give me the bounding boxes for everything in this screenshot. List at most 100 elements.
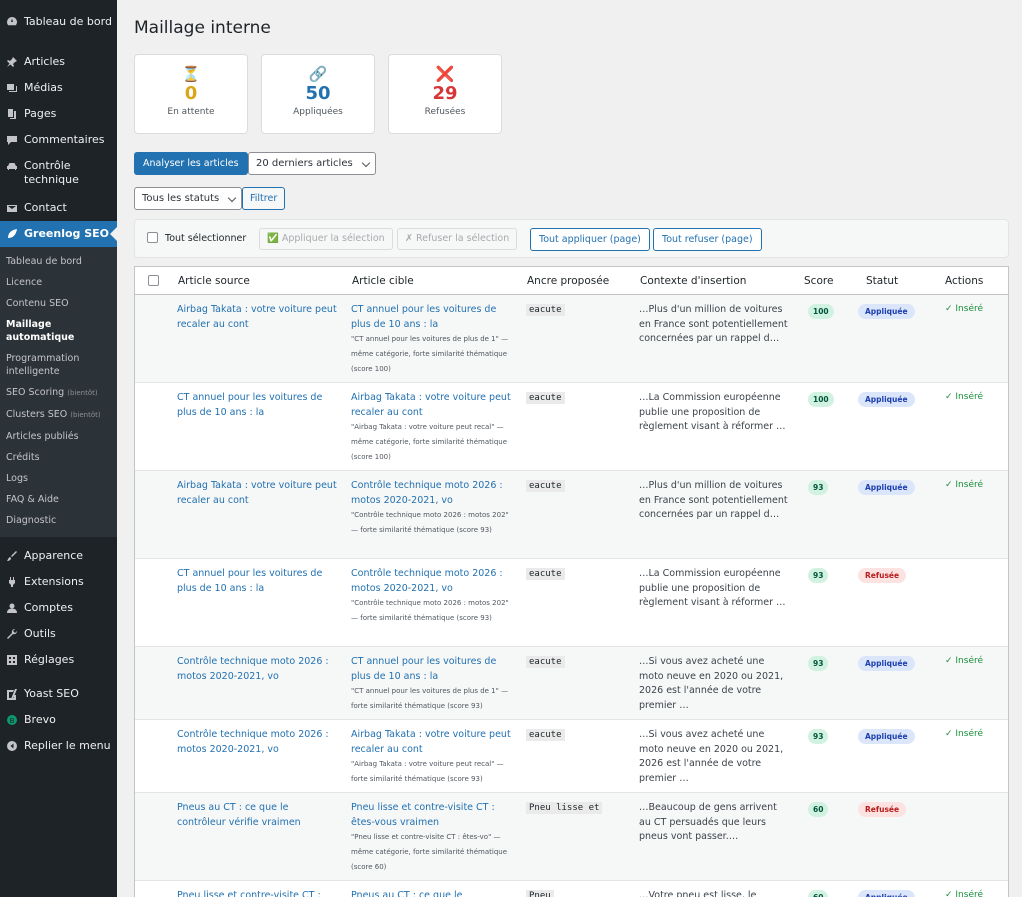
score-badge: 93 <box>808 656 829 671</box>
header-select-checkbox[interactable] <box>148 275 159 286</box>
menu-extensions[interactable]: Extensions <box>0 569 117 595</box>
analyze-articles-button[interactable]: Analyser les articles <box>134 152 248 175</box>
target-article-link[interactable]: Pneus au CT : ce que le contrôleur <box>351 889 513 897</box>
col-status[interactable]: Statut <box>866 275 898 287</box>
target-article-link[interactable]: CT annuel pour les voitures de plus de 1… <box>351 655 513 684</box>
submenu-licence[interactable]: Licence <box>0 272 117 293</box>
score-cell: 100 <box>808 392 834 408</box>
col-score[interactable]: Score <box>804 275 833 287</box>
submenu-tableau-de-bord[interactable]: Tableau de bord <box>0 251 117 272</box>
source-article-link[interactable]: CT annuel pour les voitures de plus de 1… <box>177 391 337 420</box>
menu-controle-technique[interactable]: Contrôle technique <box>0 153 117 193</box>
menu-brevo[interactable]: B Brevo <box>0 707 117 733</box>
submenu-maillage-automatique[interactable]: Maillage automatique <box>0 314 117 348</box>
context-cell: …Votre pneu est lisse, le <box>639 890 757 897</box>
filter-button[interactable]: Filtrer <box>242 187 286 210</box>
submenu-articles-publies[interactable]: Articles publiés <box>0 426 117 447</box>
menu-apparence[interactable]: Apparence <box>0 543 117 569</box>
menu-collapse[interactable]: Replier le menu <box>0 733 117 759</box>
apply-selection-button[interactable]: ✅ Appliquer la sélection <box>259 228 393 250</box>
submenu-faq[interactable]: FAQ & Aide <box>0 489 117 510</box>
bulk-actions-bar: Tout sélectionner ✅ Appliquer la sélecti… <box>134 219 1009 258</box>
menu-label: Commentaires <box>24 133 105 146</box>
col-target[interactable]: Article cible <box>352 275 414 287</box>
refuse-all-page-button[interactable]: Tout refuser (page) <box>653 228 762 251</box>
articles-count-select[interactable]: 20 derniers articles <box>248 152 376 175</box>
menu-pages[interactable]: Pages <box>0 101 117 127</box>
action-cell: ✓ Inséré <box>945 656 984 666</box>
stat-card-pending: ⏳ 0 En attente <box>134 54 248 134</box>
score-badge: 60 <box>808 802 829 817</box>
stat-card-refused: ❌ 29 Refusées <box>388 54 502 134</box>
submenu-diagnostic[interactable]: Diagnostic <box>0 510 117 531</box>
menu-label: Médias <box>24 81 63 94</box>
menu-outils[interactable]: Outils <box>0 621 117 647</box>
menu-medias[interactable]: Médias <box>0 75 117 101</box>
target-cell: Airbag Takata : votre voiture peut recal… <box>351 728 513 787</box>
menu-comments[interactable]: Commentaires <box>0 127 117 153</box>
score-badge: 60 <box>808 890 829 897</box>
menu-comptes[interactable]: Comptes <box>0 595 117 621</box>
source-article-link[interactable]: Contrôle technique moto 2026 : motos 202… <box>177 655 337 684</box>
menu-contact[interactable]: Contact <box>0 195 117 221</box>
select-all-label[interactable]: Tout sélectionner <box>165 233 246 244</box>
admin-sidebar: Tableau de bord Articles Médias Pages Co… <box>0 0 117 897</box>
menu-label: Apparence <box>24 549 84 562</box>
menu-label: Greenlog SEO <box>24 227 110 240</box>
target-article-link[interactable]: Contrôle technique moto 2026 : motos 202… <box>351 567 513 596</box>
source-article-link[interactable]: Pneus au CT : ce que le contrôleur vérif… <box>177 801 337 830</box>
status-badge: Refusée <box>858 568 907 583</box>
stat-label: En attente <box>167 107 215 117</box>
plugin-icon <box>5 575 19 589</box>
table-row: Contrôle technique moto 2026 : motos 202… <box>135 647 1008 720</box>
target-article-link[interactable]: Contrôle technique moto 2026 : motos 202… <box>351 479 513 508</box>
menu-greenlog-seo[interactable]: Greenlog SEO <box>0 221 117 247</box>
submenu-logs[interactable]: Logs <box>0 468 117 489</box>
soon-label: (bientôt) <box>67 389 98 397</box>
source-article-link[interactable]: Pneu lisse et contre-visite CT : êtes <box>177 889 337 897</box>
select-all-checkbox[interactable] <box>147 232 158 243</box>
menu-label: Yoast SEO <box>24 687 79 700</box>
anchor-cell: Pneu lisse et <box>526 801 603 816</box>
svg-text:B: B <box>10 717 15 725</box>
submenu-programmation-intelligente[interactable]: Programmation intelligente <box>0 348 117 382</box>
submenu-contenu-seo[interactable]: Contenu SEO <box>0 293 117 314</box>
col-source[interactable]: Article source <box>178 275 250 287</box>
anchor-cell: Pneu <box>526 889 554 897</box>
source-article-link[interactable]: Airbag Takata : votre voiture peut recal… <box>177 303 337 332</box>
col-context[interactable]: Contexte d'insertion <box>640 275 746 287</box>
menu-dashboard[interactable]: Tableau de bord <box>0 10 117 35</box>
target-article-link[interactable]: Pneu lisse et contre-visite CT : êtes-vo… <box>351 801 513 830</box>
submenu-clusters-seo[interactable]: Clusters SEO (bientôt) <box>0 404 117 426</box>
source-article-link[interactable]: CT annuel pour les voitures de plus de 1… <box>177 567 337 596</box>
menu-label: Comptes <box>24 601 73 614</box>
menu-articles[interactable]: Articles <box>0 49 117 75</box>
status-cell: Appliquée <box>858 729 915 745</box>
source-article-link[interactable]: Airbag Takata : votre voiture peut recal… <box>177 479 337 508</box>
refuse-selection-button[interactable]: ✗ Refuser la sélection <box>397 228 518 250</box>
col-actions: Actions <box>945 275 984 287</box>
page-title: Maillage interne <box>134 18 271 38</box>
status-cell: Appliquée <box>858 304 915 320</box>
action-cell: ✓ Inséré <box>945 304 984 314</box>
stat-label: Appliquées <box>293 107 343 117</box>
target-article-link[interactable]: Airbag Takata : votre voiture peut recal… <box>351 728 513 757</box>
target-article-link[interactable]: CT annuel pour les voitures de plus de 1… <box>351 303 513 332</box>
status-filter-select[interactable]: Tous les statuts <box>134 187 243 210</box>
menu-yoast[interactable]: Yoast SEO <box>0 681 117 707</box>
source-article-link[interactable]: Contrôle technique moto 2026 : motos 202… <box>177 728 337 757</box>
status-cell: Refusée <box>858 568 907 584</box>
submenu-credits[interactable]: Crédits <box>0 447 117 468</box>
anchor-cell: eacute <box>526 567 565 582</box>
status-cell: Appliquée <box>858 480 915 496</box>
context-cell: …Plus d'un million de voitures en France… <box>639 480 788 520</box>
status-cell: Appliquée <box>858 890 915 897</box>
col-anchor[interactable]: Ancre proposée <box>527 275 609 287</box>
settings-icon <box>5 653 19 667</box>
menu-reglages[interactable]: Réglages <box>0 647 117 673</box>
apply-all-page-button[interactable]: Tout appliquer (page) <box>530 228 650 251</box>
target-note: "Airbag Takata : votre voiture peut reca… <box>351 760 504 783</box>
target-article-link[interactable]: Airbag Takata : votre voiture peut recal… <box>351 391 513 420</box>
submenu-seo-scoring[interactable]: SEO Scoring (bientôt) <box>0 382 117 404</box>
menu-label: Contrôle technique <box>24 159 79 186</box>
